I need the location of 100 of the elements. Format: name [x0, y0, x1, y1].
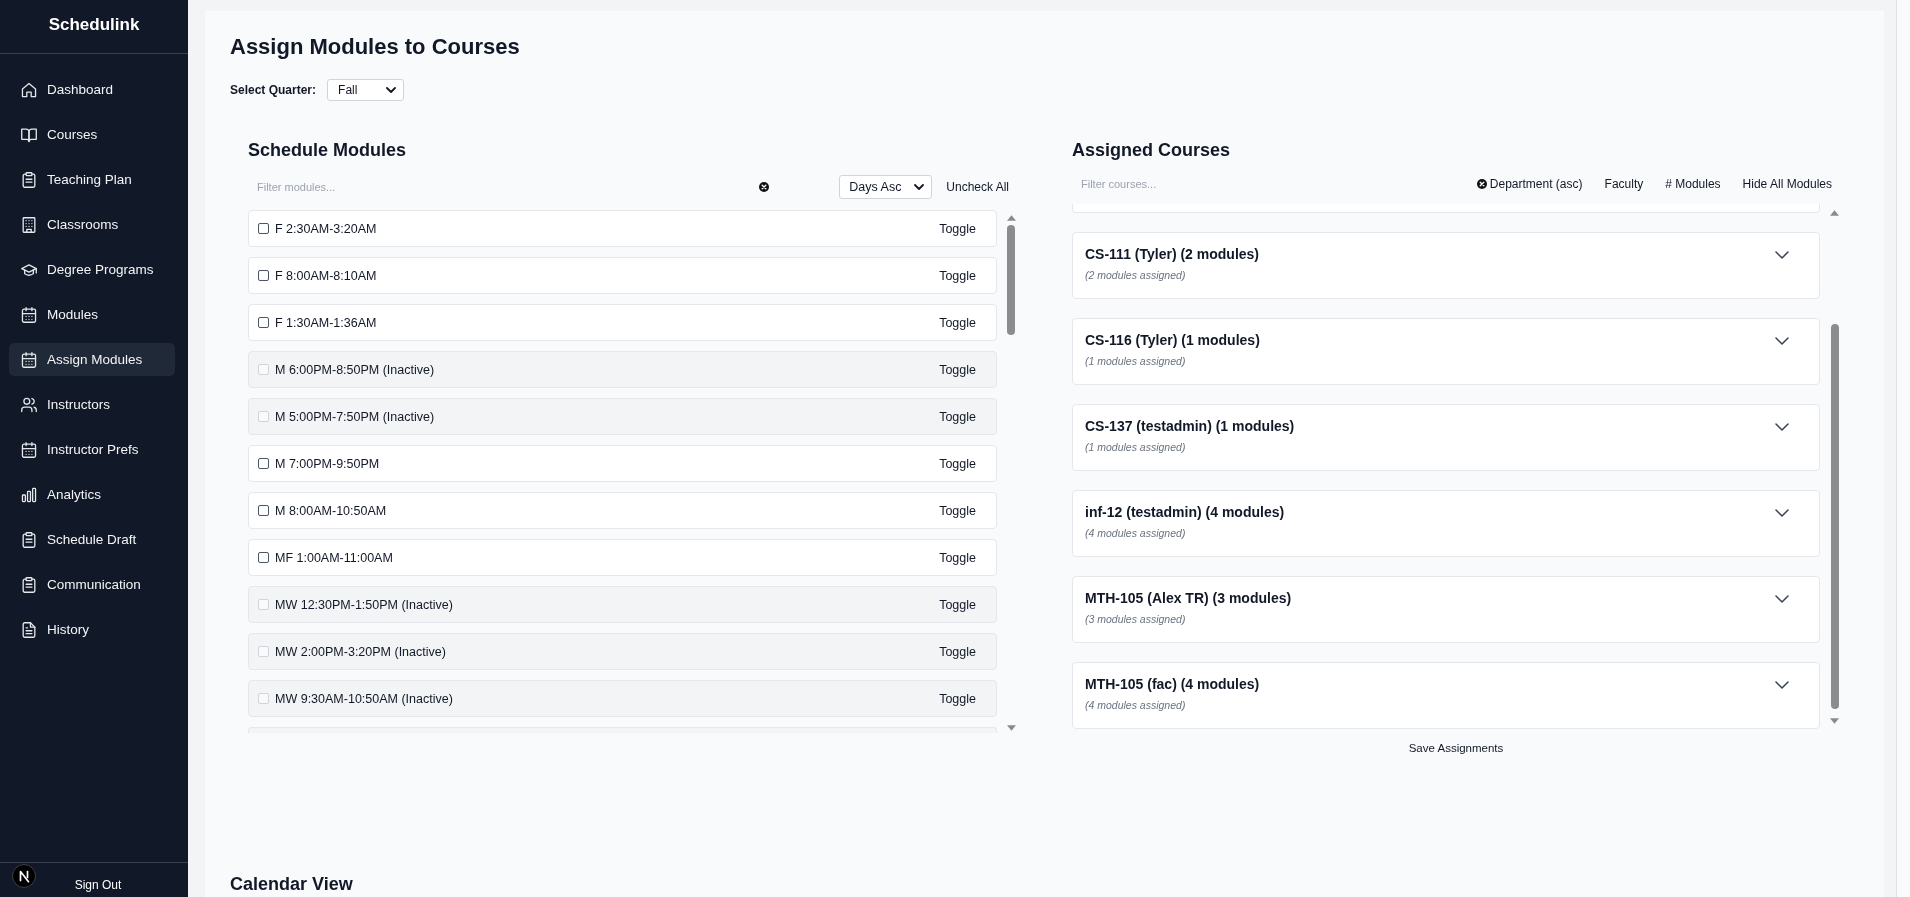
module-label: MW 12:30PM-1:50PM (Inactive) [275, 597, 453, 612]
module-label: F 8:00AM-8:10AM [275, 268, 377, 283]
hide-all-button[interactable]: Hide All Modules [1742, 176, 1832, 192]
chevron-down-icon[interactable] [1775, 423, 1789, 431]
scroll-up-arrow-icon[interactable] [1830, 210, 1839, 216]
chevron-down-icon[interactable] [1775, 681, 1789, 689]
checkbox[interactable] [258, 317, 269, 328]
scrollbar-thumb[interactable] [1007, 225, 1015, 335]
clear-icon[interactable] [1476, 179, 1487, 189]
course-title: CS-137 (testadmin) (1 modules) [1085, 417, 1295, 436]
course-card[interactable]: inf-12 (testadmin) (4 modules) (4 modules assigned) [1072, 490, 1820, 557]
sort-button[interactable]: Faculty [1604, 176, 1644, 192]
sign-out-button[interactable]: Sign Out [74, 878, 122, 892]
sidebar-item[interactable]: Analytics [9, 478, 175, 511]
quarter-label: Select Quarter: [230, 83, 317, 97]
course-card[interactable]: CS-116 (Tyler) (1 modules) (1 modules assigned) [1072, 318, 1820, 385]
course-summary: (1 modules assigned) [1085, 440, 1187, 454]
toggle-button[interactable]: Toggle [939, 502, 976, 519]
sidebar-item[interactable]: Classrooms [9, 208, 175, 241]
calendar-icon [21, 441, 37, 458]
scroll-up-arrow-icon[interactable] [1006, 215, 1016, 221]
checkbox[interactable] [258, 223, 269, 234]
scroll-down-arrow-icon[interactable] [1830, 718, 1839, 724]
clipboard-icon [21, 576, 37, 593]
sidebar-item[interactable]: Instructors [9, 388, 175, 421]
section-heading: Calendar View [230, 873, 354, 895]
sidebar-item[interactable]: Instructor Prefs [9, 433, 175, 466]
toggle-button[interactable]: Toggle [939, 549, 976, 566]
sidebar-item[interactable]: Courses [9, 118, 175, 151]
sidebar-item[interactable]: Communication [9, 568, 175, 601]
save-assignments-button[interactable]: Save Assignments [1408, 740, 1504, 756]
clear-icon[interactable] [759, 182, 769, 192]
toggle-button[interactable]: Toggle [939, 314, 976, 331]
scrollbar-track[interactable] [1896, 0, 1910, 897]
page-title: Assign Modules to Courses [230, 33, 521, 61]
filter-field[interactable]: Filter courses... [1072, 172, 1488, 196]
chevron-down-icon[interactable] [1775, 509, 1789, 517]
calendar-icon [21, 306, 37, 323]
sidebar-item[interactable]: Teaching Plan [9, 163, 175, 196]
clipboard-icon [21, 171, 37, 188]
toggle-button[interactable]: Toggle [939, 267, 976, 284]
sidebar-item[interactable]: Modules [9, 298, 175, 331]
sort-button[interactable]: # Modules [1665, 176, 1721, 192]
course-summary: (1 modules assigned) [1085, 354, 1187, 368]
course-summary: (2 modules assigned) [1085, 268, 1187, 282]
chevron-down-icon[interactable] [1775, 595, 1789, 603]
course-summary: (3 modules assigned) [1085, 612, 1187, 626]
checkbox[interactable] [258, 552, 269, 563]
clipboard-icon [21, 531, 37, 548]
module-label: F 2:30AM-3:20AM [275, 221, 377, 236]
module-label: MF 1:00AM-11:00AM [275, 550, 393, 565]
checkbox[interactable] [258, 505, 269, 516]
course-card[interactable]: CS-137 (testadmin) (1 modules) (1 modules assigned) [1072, 404, 1820, 471]
sidebar-item[interactable]: Degree Programs [9, 253, 175, 286]
section-heading: Assigned Courses [1072, 139, 1232, 162]
scroll-down-arrow-icon[interactable] [1006, 725, 1016, 731]
toggle-button[interactable]: Toggle [939, 220, 976, 237]
quarter-select[interactable]: Fall [327, 79, 405, 101]
module-label: MW 2:00PM-3:20PM (Inactive) [275, 644, 446, 659]
chevron-down-icon[interactable] [1775, 337, 1789, 345]
module-label: M 7:00PM-9:50PM [275, 456, 380, 471]
section-heading: Schedule Modules [248, 139, 408, 162]
course-card[interactable]: MTH-105 (fac) (4 modules) (4 modules assigned) [1072, 662, 1820, 729]
module-label: M 6:00PM-8:50PM (Inactive) [275, 362, 435, 377]
graduation-cap-icon [21, 261, 37, 278]
bar-chart-icon [21, 486, 37, 503]
scrollbar-thumb[interactable] [1830, 324, 1839, 709]
caret-icon [914, 184, 925, 190]
sidebar-item[interactable]: Dashboard [9, 73, 175, 106]
sidebar-item[interactable]: History [9, 613, 175, 646]
module-label: M 5:00PM-7:50PM (Inactive) [275, 409, 435, 424]
module-label: MW 9:30AM-10:50AM (Inactive) [275, 691, 453, 706]
sidebar-item[interactable]: Schedule Draft [9, 523, 175, 556]
course-card[interactable]: MTH-105 (Alex TR) (3 modules) (3 modules assigned) [1072, 576, 1820, 643]
logo-icon[interactable] [12, 864, 36, 888]
course-title: MTH-105 (Alex TR) (3 modules) [1085, 589, 1292, 608]
home-icon [21, 81, 37, 98]
checkbox[interactable] [258, 270, 269, 281]
filter-field[interactable]: Filter modules... [248, 175, 778, 199]
course-card[interactable]: CS-111 (Tyler) (2 modules) (2 modules assigned) [1072, 232, 1820, 299]
course-summary: (4 modules assigned) [1085, 698, 1187, 712]
caret-icon [386, 87, 397, 93]
course-title: MTH-105 (fac) (4 modules) [1085, 675, 1260, 694]
calendar-icon [21, 351, 37, 368]
course-title: CS-116 (Tyler) (1 modules) [1085, 331, 1260, 350]
book-icon [21, 126, 37, 143]
app-title: Schedulink [48, 14, 140, 35]
building-icon [21, 216, 37, 233]
uncheck-all-button[interactable]: Uncheck All [946, 179, 1009, 195]
course-summary: (4 modules assigned) [1085, 526, 1187, 540]
sort-select[interactable]: Days Asc [839, 175, 933, 199]
module-label: M 8:00AM-10:50AM [275, 503, 387, 518]
users-icon [21, 396, 37, 413]
toggle-button[interactable]: Toggle [939, 455, 976, 472]
checkbox[interactable] [258, 458, 269, 469]
module-label: F 1:30AM-1:36AM [275, 315, 377, 330]
course-title: inf-12 (testadmin) (4 modules) [1085, 503, 1285, 522]
sort-button[interactable]: Department (asc) [1489, 176, 1583, 192]
sidebar-item[interactable]: Assign Modules [9, 343, 175, 376]
chevron-down-icon[interactable] [1775, 251, 1789, 259]
